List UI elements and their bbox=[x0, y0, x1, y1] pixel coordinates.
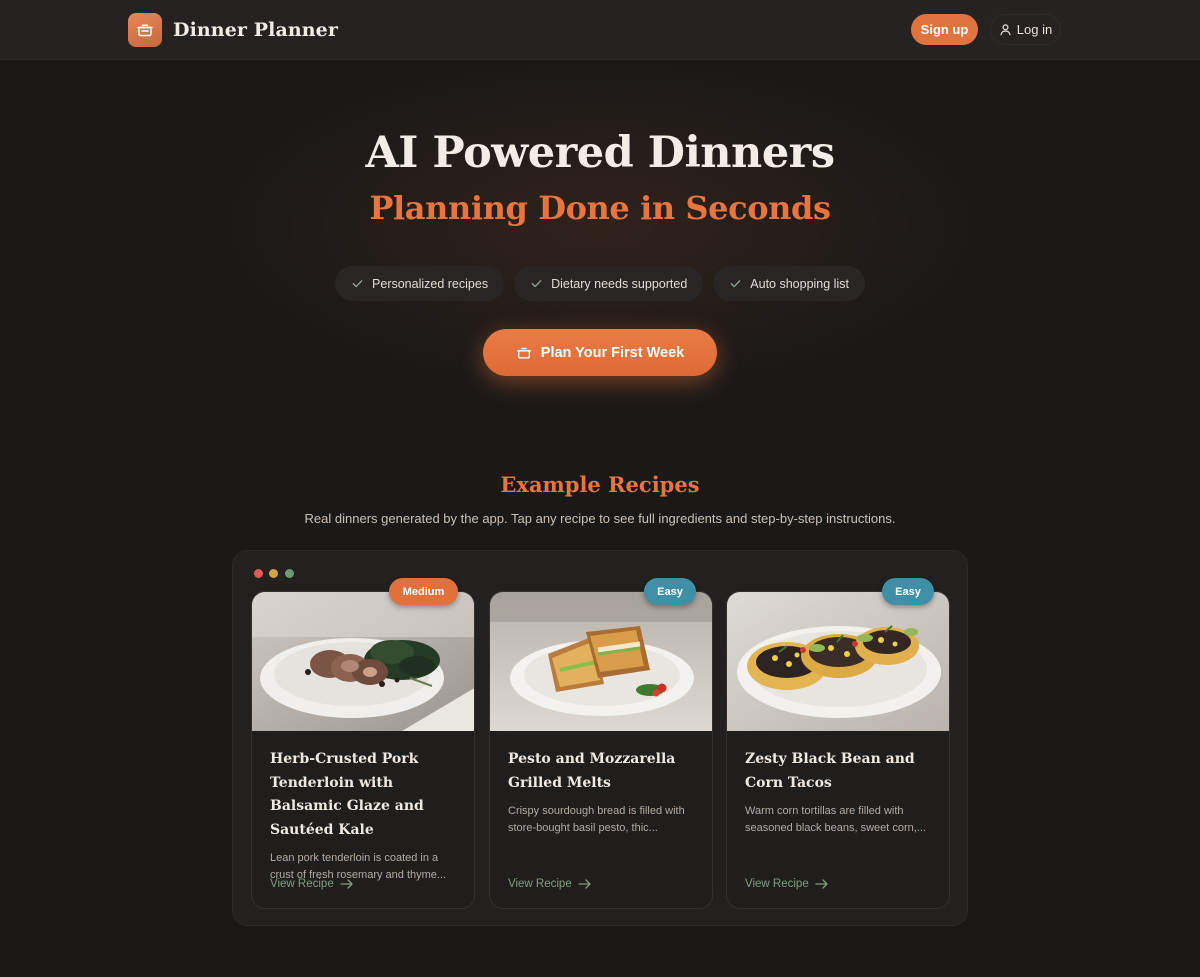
feature-pills: Personalized recipes Dietary needs suppo… bbox=[0, 266, 1200, 301]
feature-label: Auto shopping list bbox=[750, 276, 849, 291]
signup-button[interactable]: Sign up bbox=[911, 14, 978, 45]
recipe-card-body: Zesty Black Bean and Corn Tacos Warm cor… bbox=[745, 748, 933, 837]
feature-label: Dietary needs supported bbox=[551, 276, 688, 291]
view-recipe-link[interactable]: View Recipe bbox=[745, 878, 828, 890]
arrow-right-icon bbox=[815, 879, 828, 889]
window-dot-green bbox=[285, 569, 294, 578]
hero-title: AI Powered Dinners bbox=[365, 128, 835, 178]
recipes-window: Herb-Crusted Pork Tenderloin with Balsam… bbox=[232, 550, 968, 926]
recipe-title: Pesto and Mozzarella Grilled Melts bbox=[508, 751, 676, 791]
recipe-title: Zesty Black Bean and Corn Tacos bbox=[745, 751, 915, 791]
hero-subtitle: Planning Done in Seconds bbox=[369, 189, 831, 227]
check-icon bbox=[531, 280, 542, 288]
brand-name: Dinner Planner bbox=[173, 19, 338, 41]
recipe-card-tacos[interactable]: Zesty Black Bean and Corn Tacos Warm cor… bbox=[726, 591, 950, 909]
brand[interactable]: Dinner Planner bbox=[128, 12, 338, 48]
recipe-image-pork bbox=[252, 592, 474, 731]
login-label: Log in bbox=[1016, 22, 1053, 37]
view-recipe-label: View Recipe bbox=[508, 878, 572, 890]
view-recipe-label: View Recipe bbox=[270, 878, 334, 890]
recipe-card-body: Pesto and Mozzarella Grilled Melts Crisp… bbox=[508, 748, 696, 837]
user-icon bbox=[1000, 24, 1011, 36]
recipe-title: Herb-Crusted Pork Tenderloin with Balsam… bbox=[270, 751, 424, 838]
cta-label: Plan Your First Week bbox=[540, 344, 685, 361]
check-icon bbox=[730, 280, 741, 288]
difficulty-badge: Medium bbox=[389, 578, 458, 605]
window-dot-red bbox=[254, 569, 263, 578]
top-navbar: Dinner Planner Sign up Log in bbox=[0, 0, 1200, 60]
recipe-image-tacos bbox=[727, 592, 949, 731]
plan-first-week-button[interactable]: Plan Your First Week bbox=[483, 329, 717, 376]
recipe-card-pork[interactable]: Herb-Crusted Pork Tenderloin with Balsam… bbox=[251, 591, 475, 909]
recipe-description: Warm corn tortillas are filled with seas… bbox=[745, 805, 926, 834]
feature-label: Personalized recipes bbox=[372, 276, 489, 291]
section-title: Example Recipes bbox=[500, 472, 700, 497]
arrow-right-icon bbox=[340, 879, 353, 889]
recipe-description: Crispy sourdough bread is filled with st… bbox=[508, 805, 685, 834]
pot-logo-icon bbox=[128, 13, 162, 47]
feature-pill-shopping: Auto shopping list bbox=[713, 266, 865, 301]
view-recipe-link[interactable]: View Recipe bbox=[508, 878, 591, 890]
pot-icon bbox=[516, 347, 531, 359]
check-icon bbox=[352, 280, 363, 288]
view-recipe-label: View Recipe bbox=[745, 878, 809, 890]
recipe-card-body: Herb-Crusted Pork Tenderloin with Balsam… bbox=[270, 748, 458, 884]
difficulty-badge: Easy bbox=[882, 578, 934, 605]
feature-pill-dietary: Dietary needs supported bbox=[514, 266, 704, 301]
section-subtitle: Real dinners generated by the app. Tap a… bbox=[304, 511, 896, 526]
window-dot-yellow bbox=[269, 569, 278, 578]
feature-pill-personalized: Personalized recipes bbox=[335, 266, 505, 301]
view-recipe-link[interactable]: View Recipe bbox=[270, 878, 353, 890]
recipe-image-grilled-melts bbox=[490, 592, 712, 731]
arrow-right-icon bbox=[578, 879, 591, 889]
recipe-card-grilled-melts[interactable]: Pesto and Mozzarella Grilled Melts Crisp… bbox=[489, 591, 713, 909]
difficulty-badge: Easy bbox=[644, 578, 696, 605]
login-button[interactable]: Log in bbox=[990, 14, 1061, 45]
